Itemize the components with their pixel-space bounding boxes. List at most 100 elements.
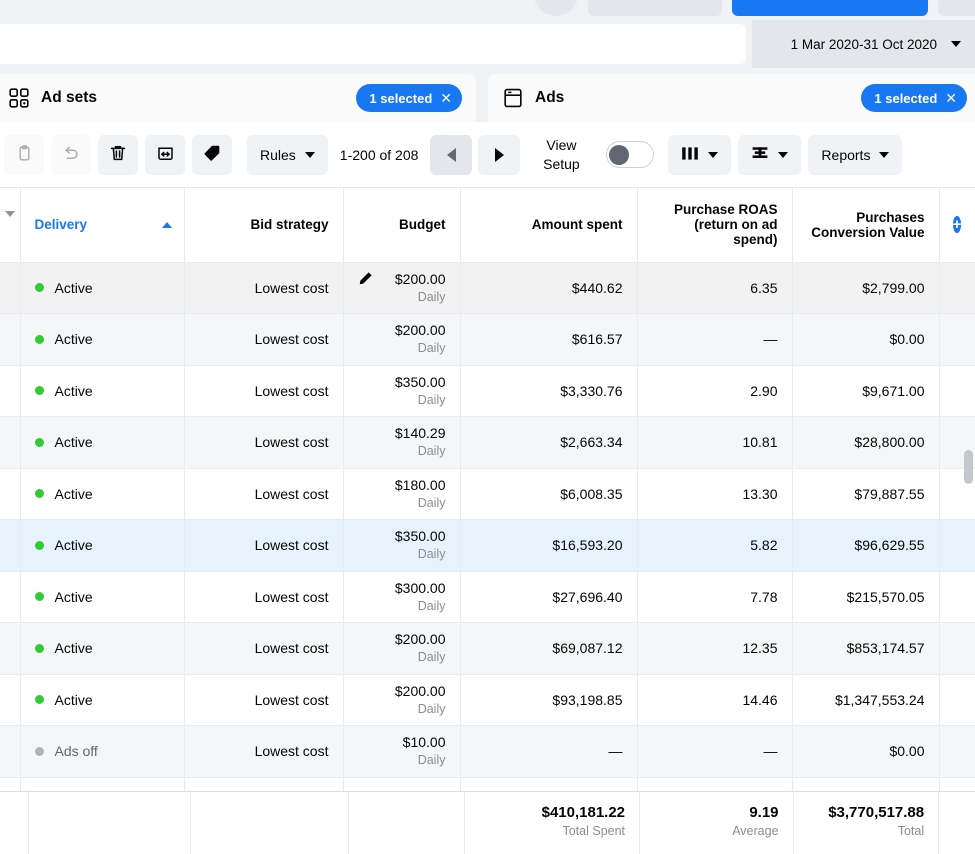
search-input[interactable] bbox=[0, 24, 746, 64]
close-icon[interactable]: ✕ bbox=[945, 91, 957, 105]
cell-delivery[interactable]: Active bbox=[20, 468, 185, 520]
chevron-down-icon bbox=[304, 151, 315, 158]
table-row[interactable]: Active Lowest cost $300.00 Daily $27,696.40 7… bbox=[0, 571, 975, 623]
cell-bid-strategy: Lowest cost bbox=[184, 519, 344, 572]
ad-sets-selection-badge[interactable]: 1 selected ✕ bbox=[356, 84, 462, 112]
budget-schedule: Daily bbox=[417, 289, 446, 304]
cell-budget[interactable]: $140.29 Daily bbox=[343, 416, 461, 469]
cell-budget[interactable]: $200.00 Daily bbox=[343, 622, 461, 675]
budget-schedule: Daily bbox=[417, 701, 446, 716]
primary-publish-button[interactable] bbox=[732, 0, 928, 16]
row-checkbox-cell[interactable] bbox=[0, 725, 21, 778]
budget-schedule: Daily bbox=[417, 444, 446, 459]
delete-button[interactable] bbox=[98, 134, 138, 175]
budget-amount: $140.29 bbox=[394, 425, 446, 442]
column-header-purchases-conversion-value[interactable]: Purchases Conversion Value bbox=[792, 188, 940, 263]
cell-delivery[interactable]: Active bbox=[20, 262, 185, 314]
row-checkbox-cell[interactable] bbox=[0, 262, 21, 314]
cell-amount-spent: $3,330.76 bbox=[460, 365, 638, 417]
cell-budget[interactable]: $350.00 Daily bbox=[343, 365, 461, 417]
row-checkbox-cell[interactable] bbox=[0, 313, 21, 366]
ads-selection-badge[interactable]: 1 selected ✕ bbox=[861, 84, 967, 112]
cell-purchase-roas: 7.78 bbox=[637, 571, 793, 623]
tab-ads[interactable]: Ads 1 selected ✕ bbox=[488, 74, 975, 122]
columns-icon bbox=[681, 146, 699, 164]
cell-delivery[interactable]: Active bbox=[20, 622, 185, 675]
row-checkbox-cell[interactable] bbox=[0, 571, 21, 623]
date-range-picker[interactable]: 1 Mar 2020-31 Oct 2020 bbox=[752, 20, 975, 68]
cell-budget[interactable]: $10.00 Daily bbox=[343, 725, 461, 778]
reports-button[interactable]: Reports bbox=[808, 134, 903, 175]
status-dot bbox=[34, 437, 44, 447]
close-icon[interactable]: ✕ bbox=[440, 91, 452, 105]
view-setup-toggle-label[interactable]: View Setup bbox=[532, 136, 590, 174]
cell-delivery[interactable]: Active bbox=[20, 313, 185, 366]
trash-icon bbox=[109, 144, 127, 165]
cell-budget[interactable]: $200.00 Daily bbox=[343, 674, 461, 726]
totals-purchase-roas-label: Average bbox=[732, 824, 779, 838]
next-page-button[interactable] bbox=[478, 134, 521, 175]
row-checkbox-cell[interactable] bbox=[0, 674, 21, 726]
budget-schedule: Daily bbox=[417, 495, 446, 510]
rules-button[interactable]: Rules bbox=[247, 134, 328, 175]
chevron-right-icon bbox=[494, 147, 504, 162]
cell-delivery[interactable]: Ads off bbox=[20, 725, 185, 778]
totals-spacer-budget bbox=[349, 792, 465, 854]
cell-delivery[interactable]: Active bbox=[20, 365, 185, 417]
columns-button[interactable] bbox=[668, 134, 732, 175]
view-setup-switch[interactable] bbox=[606, 141, 655, 168]
row-checkbox-cell[interactable] bbox=[0, 468, 21, 520]
budget-amount: $300.00 bbox=[394, 579, 446, 596]
add-column-header[interactable]: + bbox=[939, 188, 975, 263]
table-row[interactable]: Active Lowest cost $140.29 Daily $2,663.34 10… bbox=[0, 416, 975, 469]
row-checkbox-cell[interactable] bbox=[0, 622, 21, 675]
row-checkbox-cell[interactable] bbox=[0, 416, 21, 469]
table-body: Active Lowest cost $200.00 Daily $440.62 6.35… bbox=[0, 262, 975, 829]
cell-amount-spent: $69,087.12 bbox=[460, 622, 638, 675]
tab-ad-sets[interactable]: Ad sets 1 selected ✕ bbox=[0, 74, 476, 122]
cell-purchases-conversion-value: $1,347,553.24 bbox=[792, 674, 940, 726]
table-row[interactable]: Active Lowest cost $200.00 Daily $93,198.85 1… bbox=[0, 674, 975, 726]
export-button[interactable] bbox=[145, 134, 185, 175]
column-header-budget[interactable]: Budget bbox=[343, 188, 461, 263]
table-row[interactable]: Ads off Lowest cost $10.00 Daily — — $0.00 bbox=[0, 725, 975, 778]
overflow-button[interactable] bbox=[938, 0, 975, 16]
cell-purchase-roas: 14.46 bbox=[637, 674, 793, 726]
cell-delivery[interactable]: Active bbox=[20, 519, 185, 572]
cell-budget[interactable]: $300.00 Daily bbox=[343, 571, 461, 623]
column-header-purchase-roas[interactable]: Purchase ROAS (return on ad spend) bbox=[637, 188, 793, 263]
secondary-button[interactable] bbox=[588, 0, 722, 16]
column-header-amount-spent[interactable]: Amount spent bbox=[460, 188, 638, 263]
row-checkbox-cell[interactable] bbox=[0, 365, 21, 417]
cell-budget[interactable]: $200.00 Daily bbox=[343, 262, 461, 314]
cell-row-end bbox=[939, 262, 975, 314]
cell-delivery[interactable]: Active bbox=[20, 416, 185, 469]
cell-budget[interactable]: $350.00 Daily bbox=[343, 519, 461, 572]
vertical-scrollbar-thumb[interactable] bbox=[964, 450, 973, 484]
cell-row-end bbox=[939, 622, 975, 675]
column-header-delivery[interactable]: Delivery bbox=[20, 188, 185, 263]
column-header-bid-strategy[interactable]: Bid strategy bbox=[184, 188, 344, 263]
sort-ascending-icon bbox=[161, 221, 172, 228]
table-row[interactable]: Active Lowest cost $350.00 Daily $3,330.76 2.… bbox=[0, 365, 975, 417]
table-row[interactable]: Active Lowest cost $350.00 Daily $16,593.20 5… bbox=[0, 519, 975, 572]
table-row[interactable]: Active Lowest cost $200.00 Daily $616.57— $0.… bbox=[0, 313, 975, 366]
row-select-column-header[interactable] bbox=[0, 188, 21, 263]
cell-delivery[interactable]: Active bbox=[20, 674, 185, 726]
cell-budget[interactable]: $200.00 Daily bbox=[343, 313, 461, 366]
budget-amount: $350.00 bbox=[394, 373, 446, 390]
table-row[interactable]: Active Lowest cost $180.00 Daily $6,008.35 13… bbox=[0, 468, 975, 520]
tag-button[interactable] bbox=[192, 134, 232, 175]
cell-budget[interactable]: $180.00 Daily bbox=[343, 468, 461, 520]
table-row[interactable]: Active Lowest cost $200.00 Daily $69,087.12 1… bbox=[0, 622, 975, 675]
refresh-button[interactable] bbox=[534, 0, 578, 16]
row-checkbox-cell[interactable] bbox=[0, 519, 21, 572]
add-column-icon[interactable]: + bbox=[952, 216, 962, 234]
cell-delivery[interactable]: Active bbox=[20, 571, 185, 623]
chevron-left-icon bbox=[446, 147, 456, 162]
table-row[interactable]: Active Lowest cost $200.00 Daily $440.62 6.35… bbox=[0, 262, 975, 314]
previous-page-button[interactable] bbox=[430, 134, 473, 175]
status-dot bbox=[34, 489, 44, 499]
breakdown-button[interactable] bbox=[738, 134, 802, 175]
view-setup-line-1: View bbox=[546, 136, 577, 153]
